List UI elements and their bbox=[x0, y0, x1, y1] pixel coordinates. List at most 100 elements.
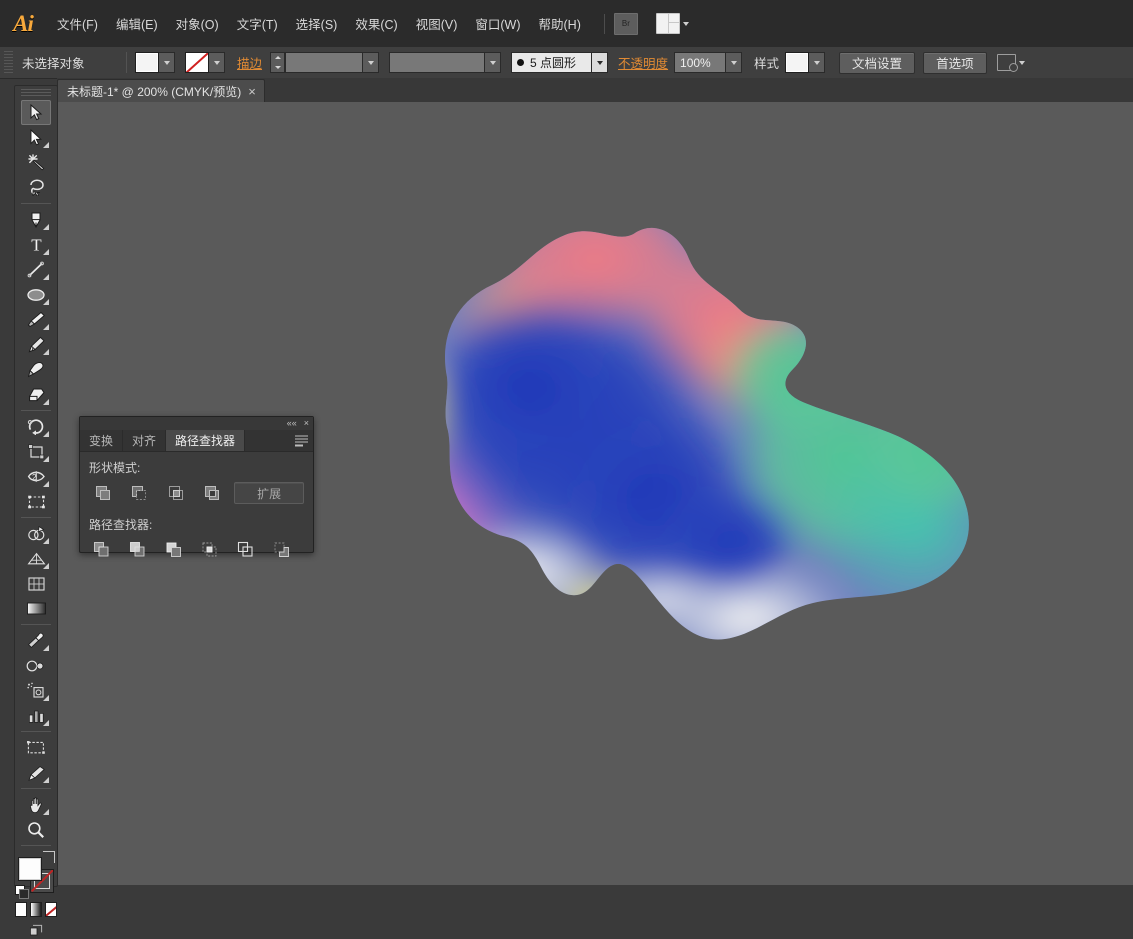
trim-button[interactable] bbox=[125, 538, 152, 562]
menubar-divider bbox=[603, 13, 605, 34]
magic-wand-tool[interactable] bbox=[21, 150, 51, 175]
stroke-swatch-control[interactable] bbox=[185, 52, 225, 73]
opacity-link-label[interactable]: 不透明度 bbox=[618, 53, 668, 72]
gradient-button[interactable] bbox=[30, 902, 42, 917]
close-icon[interactable]: × bbox=[248, 85, 256, 98]
toolbar-fill-swatch[interactable] bbox=[18, 857, 42, 881]
fill-swatch-dropdown[interactable] bbox=[159, 52, 175, 73]
graphic-style-control[interactable] bbox=[785, 52, 826, 73]
brush-definition-text: 5 点圆形 bbox=[530, 56, 577, 70]
width-profile-combo[interactable] bbox=[389, 52, 502, 73]
pathfinder-panel[interactable]: «« × 变换 对齐 路径查找器 形状模式: 扩展 路径查找器: bbox=[79, 416, 314, 557]
color-button[interactable] bbox=[15, 902, 27, 917]
direct-selection-tool[interactable] bbox=[21, 125, 51, 150]
merge-button[interactable] bbox=[161, 538, 188, 562]
tools-divider bbox=[21, 410, 51, 411]
freeform-gradient-blob[interactable] bbox=[327, 197, 1007, 697]
selection-tool[interactable] bbox=[21, 100, 51, 125]
stroke-link-label[interactable]: 描边 bbox=[237, 53, 262, 72]
menu-item-object[interactable]: 对象(O) bbox=[167, 11, 228, 36]
stroke-weight-stepper[interactable] bbox=[270, 52, 286, 73]
control-bar-overflow[interactable] bbox=[996, 54, 1025, 72]
opacity-combo[interactable]: 100% bbox=[674, 52, 743, 73]
unite-button[interactable] bbox=[89, 481, 117, 505]
zoom-tool[interactable] bbox=[21, 817, 51, 842]
tab-transform[interactable]: 变换 bbox=[80, 430, 124, 451]
menu-item-view[interactable]: 视图(V) bbox=[407, 11, 467, 36]
menu-item-help[interactable]: 帮助(H) bbox=[530, 11, 590, 36]
stroke-weight-combo[interactable] bbox=[285, 52, 380, 73]
panel-title-bar[interactable]: «« × bbox=[80, 417, 313, 430]
none-button[interactable] bbox=[45, 902, 57, 917]
divider bbox=[126, 52, 127, 73]
brush-definition-dropdown-icon[interactable] bbox=[591, 53, 608, 72]
width-profile-dropdown-icon[interactable] bbox=[484, 53, 501, 72]
document-tab[interactable]: 未标题-1* @ 200% (CMYK/预览) × bbox=[57, 79, 265, 102]
preferences-button[interactable]: 首选项 bbox=[923, 51, 987, 74]
shape-builder-tool[interactable] bbox=[21, 521, 51, 546]
close-icon[interactable]: × bbox=[304, 419, 309, 428]
intersect-button[interactable] bbox=[162, 481, 190, 505]
stroke-swatch-dropdown[interactable] bbox=[209, 52, 225, 73]
menu-item-select[interactable]: 选择(S) bbox=[287, 11, 347, 36]
screen-mode-button[interactable] bbox=[15, 923, 57, 939]
minus-back-button[interactable] bbox=[268, 538, 295, 562]
column-graph-tool[interactable] bbox=[21, 703, 51, 728]
menu-item-effect[interactable]: 效果(C) bbox=[346, 11, 406, 36]
default-fill-stroke-icon[interactable] bbox=[15, 885, 29, 899]
hand-tool[interactable] bbox=[21, 792, 51, 817]
type-tool[interactable]: T bbox=[21, 232, 51, 257]
eraser-tool[interactable] bbox=[21, 382, 51, 407]
blob-brush-tool[interactable] bbox=[21, 357, 51, 382]
chevron-down-icon bbox=[682, 21, 689, 26]
lasso-tool[interactable] bbox=[21, 175, 51, 200]
bridge-icon[interactable]: Br bbox=[613, 12, 638, 35]
divide-button[interactable] bbox=[89, 538, 116, 562]
style-label: 样式 bbox=[754, 57, 780, 71]
control-bar-grip[interactable] bbox=[4, 51, 13, 74]
pen-tool[interactable] bbox=[21, 207, 51, 232]
fill-swatch-control[interactable] bbox=[135, 52, 175, 73]
blend-tool[interactable] bbox=[21, 653, 51, 678]
expand-button[interactable]: 扩展 bbox=[234, 482, 305, 504]
graphic-style-swatch[interactable] bbox=[785, 52, 810, 73]
crop-button[interactable] bbox=[196, 538, 223, 562]
scale-tool[interactable] bbox=[21, 439, 51, 464]
document-setup-button[interactable]: 文档设置 bbox=[839, 51, 916, 74]
gradient-tool[interactable] bbox=[21, 596, 51, 621]
workspace-switcher[interactable] bbox=[655, 13, 689, 34]
tab-align[interactable]: 对齐 bbox=[123, 430, 167, 451]
opacity-dropdown-icon[interactable] bbox=[725, 53, 742, 72]
menu-item-type[interactable]: 文字(T) bbox=[228, 11, 287, 36]
graphic-style-dropdown[interactable] bbox=[809, 52, 826, 73]
panel-menu-icon[interactable] bbox=[295, 435, 308, 446]
collapse-icon[interactable]: «« bbox=[287, 419, 297, 428]
stroke-weight-dropdown-icon[interactable] bbox=[362, 53, 379, 72]
stroke-swatch-none-icon[interactable] bbox=[185, 52, 209, 73]
minus-front-button[interactable] bbox=[125, 481, 153, 505]
pencil-tool[interactable] bbox=[21, 332, 51, 357]
ellipse-tool[interactable] bbox=[21, 282, 51, 307]
eyedropper-tool[interactable] bbox=[21, 628, 51, 653]
artboard-tool[interactable] bbox=[21, 735, 51, 760]
menu-item-edit[interactable]: 编辑(E) bbox=[107, 11, 167, 36]
perspective-grid-tool[interactable] bbox=[21, 546, 51, 571]
free-transform-tool[interactable] bbox=[21, 489, 51, 514]
mesh-tool[interactable] bbox=[21, 571, 51, 596]
brush-definition-combo[interactable]: 5 点圆形 bbox=[511, 52, 609, 73]
line-segment-tool[interactable] bbox=[21, 257, 51, 282]
fill-swatch[interactable] bbox=[135, 52, 159, 73]
tab-pathfinder[interactable]: 路径查找器 bbox=[166, 430, 246, 451]
exclude-button[interactable] bbox=[198, 481, 226, 505]
tools-panel-grip[interactable] bbox=[21, 89, 51, 98]
fill-stroke-control[interactable] bbox=[15, 851, 55, 899]
menu-item-window[interactable]: 窗口(W) bbox=[466, 11, 529, 36]
slice-tool[interactable] bbox=[21, 760, 51, 785]
outline-button[interactable] bbox=[232, 538, 259, 562]
symbol-sprayer-tool[interactable] bbox=[21, 678, 51, 703]
paintbrush-tool[interactable] bbox=[21, 307, 51, 332]
swap-fill-stroke-icon[interactable] bbox=[43, 851, 55, 863]
rotate-tool[interactable] bbox=[21, 414, 51, 439]
menu-item-file[interactable]: 文件(F) bbox=[48, 11, 107, 36]
width-tool[interactable]: 2 bbox=[21, 464, 51, 489]
